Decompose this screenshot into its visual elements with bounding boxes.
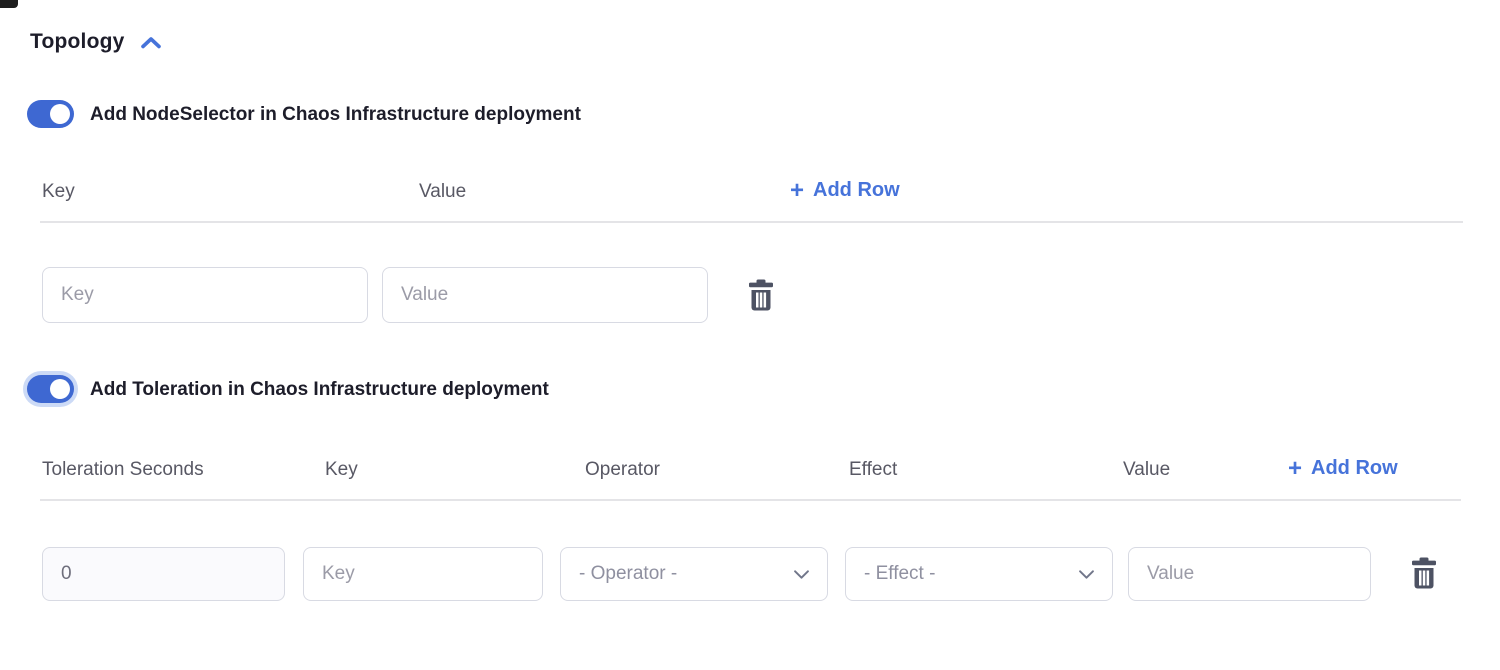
toleration-delete-row-button[interactable] (1408, 556, 1440, 590)
operator-selected-value: - Operator - (579, 563, 794, 585)
column-header-value: Value (1123, 459, 1170, 481)
topology-panel: Topology Add NodeSelector in Chaos Infra… (0, 0, 1500, 670)
window-corner-artifact (0, 0, 18, 8)
trash-icon (1410, 557, 1438, 589)
page-title: Topology (30, 30, 125, 54)
table-header-divider (40, 221, 1463, 223)
toleration-toggle[interactable] (27, 375, 74, 403)
collapse-section-button[interactable] (138, 33, 164, 52)
toleration-seconds-input[interactable] (42, 547, 285, 601)
node-selector-add-row-button[interactable]: + Add Row (790, 179, 900, 202)
plus-icon: + (790, 181, 804, 201)
column-header-key: Key (325, 459, 358, 481)
toggle-knob (50, 104, 70, 124)
toleration-toggle-label: Add Toleration in Chaos Infrastructure d… (90, 379, 549, 401)
node-selector-key-input[interactable] (42, 267, 368, 323)
node-selector-toggle-label: Add NodeSelector in Chaos Infrastructure… (90, 104, 581, 126)
column-header-operator: Operator (585, 459, 660, 481)
effect-select[interactable]: - Effect - (845, 547, 1113, 601)
table-header-divider (40, 499, 1461, 501)
node-selector-delete-row-button[interactable] (745, 278, 777, 312)
chevron-up-icon (140, 35, 162, 50)
add-row-label: Add Row (1311, 457, 1398, 480)
column-header-effect: Effect (849, 459, 897, 481)
chevron-down-icon (1079, 570, 1094, 579)
column-header-key: Key (42, 181, 75, 203)
operator-select[interactable]: - Operator - (560, 547, 828, 601)
add-row-label: Add Row (813, 179, 900, 202)
toleration-value-input[interactable] (1128, 547, 1371, 601)
trash-icon (747, 279, 775, 311)
chevron-down-icon (794, 570, 809, 579)
toleration-add-row-button[interactable]: + Add Row (1288, 457, 1398, 480)
effect-selected-value: - Effect - (864, 563, 1079, 585)
toggle-knob (50, 379, 70, 399)
column-header-toleration-seconds: Toleration Seconds (42, 459, 204, 481)
node-selector-toggle[interactable] (27, 100, 74, 128)
plus-icon: + (1288, 459, 1302, 479)
toleration-key-input[interactable] (303, 547, 543, 601)
node-selector-value-input[interactable] (382, 267, 708, 323)
section-header: Topology (30, 30, 164, 54)
column-header-value: Value (419, 181, 466, 203)
